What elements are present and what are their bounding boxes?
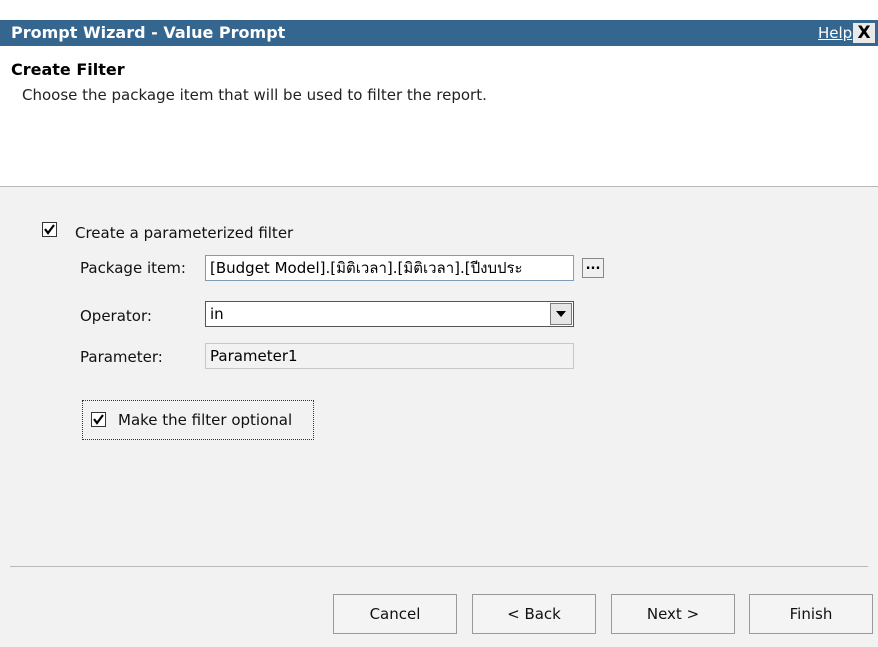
cancel-button[interactable]: Cancel [333, 594, 457, 634]
next-button[interactable]: Next > [611, 594, 735, 634]
operator-label: Operator: [80, 307, 152, 325]
parameter-field[interactable]: Parameter1 [205, 343, 574, 369]
operator-select[interactable]: in [205, 301, 574, 327]
browse-package-item-button[interactable]: ... [582, 258, 604, 278]
back-button[interactable]: < Back [472, 594, 596, 634]
chevron-down-icon [556, 311, 566, 317]
optional-filter-checkbox[interactable] [91, 412, 106, 427]
parameterized-filter-label: Create a parameterized filter [75, 224, 294, 242]
operator-dropdown-button[interactable] [550, 303, 572, 325]
checkmark-icon [93, 414, 104, 425]
checkmark-icon [44, 224, 55, 235]
package-item-label: Package item: [80, 259, 186, 277]
optional-filter-label: Make the filter optional [118, 411, 293, 429]
operator-value: in [210, 305, 224, 323]
wizard-header: Create Filter Choose the package item th… [0, 46, 878, 186]
window-title: Prompt Wizard - Value Prompt [11, 23, 286, 42]
help-link[interactable]: Help [818, 24, 852, 42]
finish-button[interactable]: Finish [749, 594, 873, 634]
close-button[interactable]: X [853, 23, 875, 43]
parameter-label: Parameter: [80, 348, 163, 366]
step-description: Choose the package item that will be use… [22, 86, 487, 104]
package-item-field[interactable]: [Budget Model].[มิติเวลา].[มิติเวลา].[ปี… [205, 255, 574, 281]
parameterized-filter-checkbox[interactable] [42, 222, 57, 237]
step-heading: Create Filter [11, 60, 125, 79]
footer-divider [10, 566, 868, 567]
title-bar: Prompt Wizard - Value Prompt Help X [0, 20, 878, 46]
